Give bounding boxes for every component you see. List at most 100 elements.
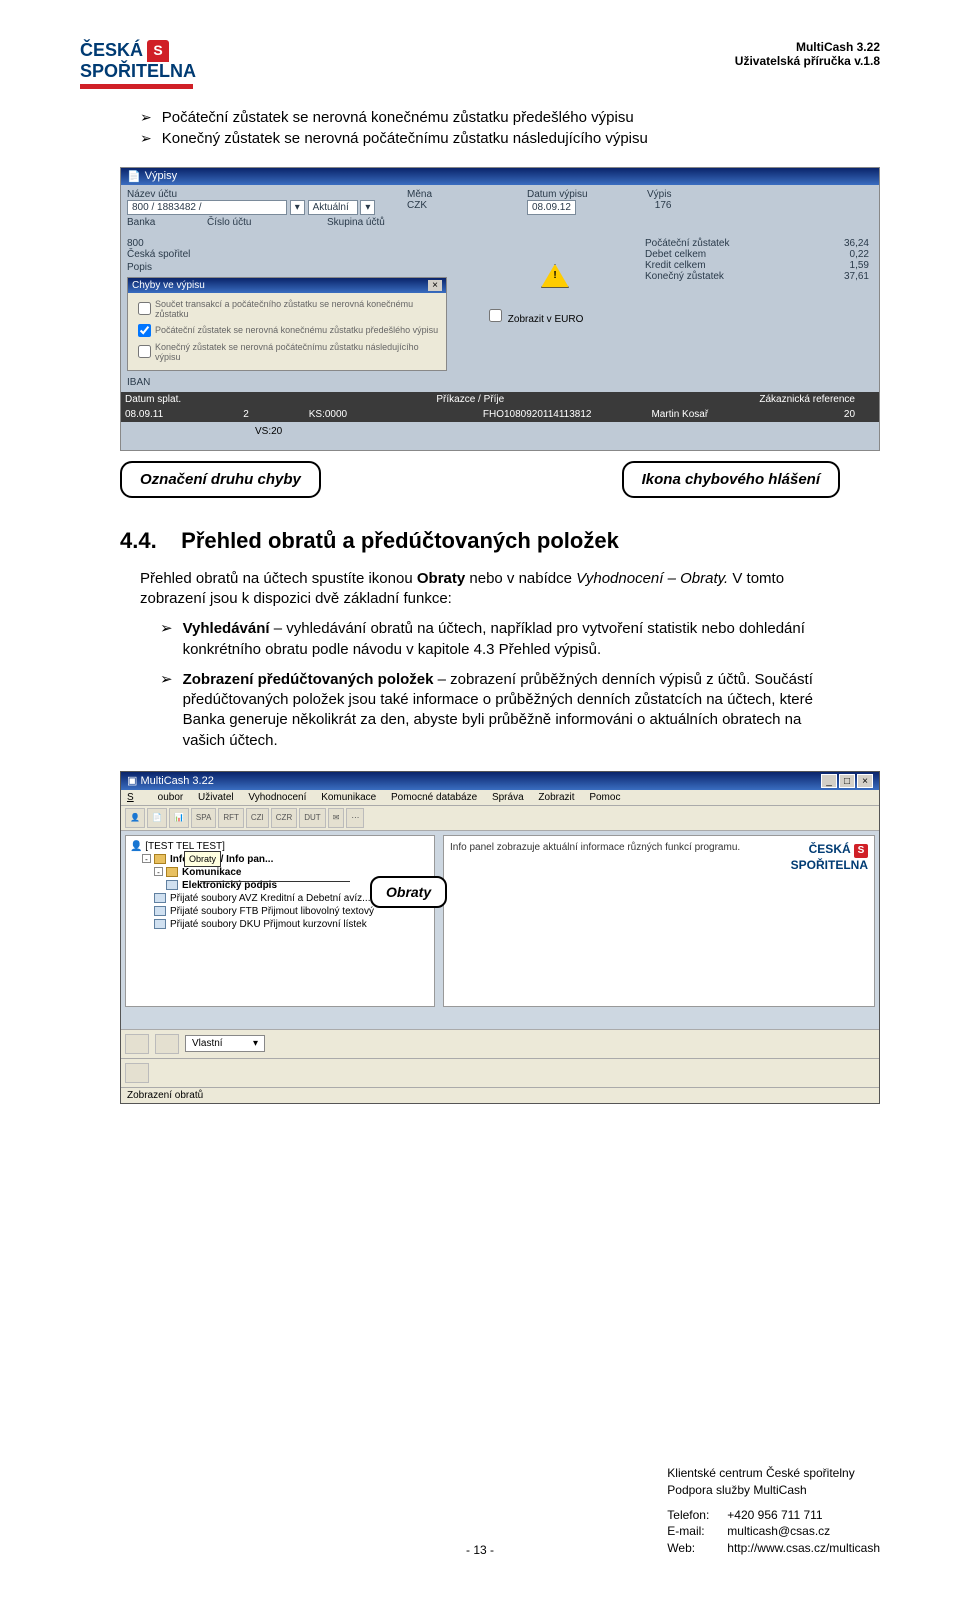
tree-label: Komunikace <box>182 867 241 878</box>
page-number: - 13 - <box>466 1543 494 1557</box>
logo-top-text: ČESKÁ <box>80 41 143 61</box>
header-line2: Uživatelská příručka v.1.8 <box>735 54 880 68</box>
menu-databaze[interactable]: Pomocné databáze <box>391 792 477 803</box>
bullet-item: ➢ Vyhledávání – vyhledávání obratů na úč… <box>160 619 840 660</box>
cell-ks: KS:0000 <box>309 409 347 420</box>
minimize-icon[interactable]: _ <box>821 774 837 788</box>
cell-fho: FHO1080920114113812 <box>483 409 592 420</box>
toolbar-user-icon[interactable]: 👤 <box>125 808 145 828</box>
toolbar-spa[interactable]: SPA <box>191 808 216 828</box>
label-datum-vypisu: Datum výpisu <box>527 189 627 200</box>
label-nazev-uctu: Název účtu <box>127 189 387 200</box>
grid-row[interactable]: 08.09.11 2 KS:0000 FHO1080920114113812 M… <box>121 407 879 422</box>
menu-soubor[interactable]: Soubor <box>127 792 183 803</box>
bullet-bold: Vyhledávání <box>183 620 270 637</box>
maximize-icon[interactable]: □ <box>839 774 855 788</box>
cell-ks2: 2 <box>243 409 249 420</box>
menu-uzivatel[interactable]: Uživatel <box>198 792 234 803</box>
window-icon: 📄 <box>127 170 141 183</box>
tree-collapse-icon[interactable]: - <box>154 867 163 876</box>
info-logo: ČESKÁ S SPOŘITELNA <box>768 842 868 1000</box>
label-cislo-uctu: Číslo účtu <box>207 217 307 228</box>
toolbar-czi[interactable]: CZI <box>246 808 269 828</box>
bullet-text: Konečný zůstatek se nerovná počátečnímu … <box>162 130 648 147</box>
bottom-btn[interactable] <box>155 1034 179 1054</box>
error-dialog: Chyby ve výpisu × Součet transakcí a poč… <box>127 277 447 371</box>
close-icon[interactable]: × <box>428 280 442 291</box>
dropdown-aktualni[interactable]: Aktuální <box>308 200 358 215</box>
intro-paragraph: Přehled obratů na účtech spustíte ikonou… <box>140 569 840 610</box>
window-title-bar: 📄 Výpisy <box>121 168 879 185</box>
callout-obraty: Obraty <box>370 876 447 908</box>
dropdown-btn[interactable]: ▾ <box>360 200 375 215</box>
dropdown-btn[interactable]: ▾ <box>290 200 305 215</box>
label-skupina: Skupina účtů <box>327 217 385 228</box>
logo-s-icon: S <box>854 844 868 858</box>
close-icon[interactable]: × <box>857 774 873 788</box>
header-line1: MultiCash 3.22 <box>735 40 880 54</box>
opt3-text: Konečný zůstatek se nerovná počátečnímu … <box>155 342 440 362</box>
nav-tree: 👤 [TEST TEL TEST] Obraty -Informace / In… <box>125 835 435 1007</box>
toolbar-btn[interactable]: 📊 <box>169 808 189 828</box>
checkbox-euro[interactable] <box>489 309 502 322</box>
cell-amt: 20 <box>844 409 855 420</box>
opt2-text: Počáteční zůstatek se nerovná konečnému … <box>155 325 438 335</box>
window-icon: ▣ <box>127 775 137 787</box>
col-datum-splat: Datum splat. <box>125 394 181 405</box>
logo-underline <box>80 84 193 89</box>
toolbar-czr[interactable]: CZR <box>271 808 297 828</box>
label-poc-zust: Počáteční zůstatek <box>645 238 730 249</box>
value-banka: 800 <box>127 238 475 249</box>
bullet-item: ➢ Konečný zůstatek se nerovná počátečním… <box>140 130 880 147</box>
menu-pomoc[interactable]: Pomoc <box>589 792 620 803</box>
value-kon-zust: 37,61 <box>844 271 869 282</box>
grid-footer: VS:20 <box>121 422 879 450</box>
checkbox-opt3[interactable] <box>138 345 151 358</box>
footer-em: multicash@csas.cz <box>727 1523 830 1540</box>
bullet-text: Počáteční zůstatek se nerovná konečnému … <box>162 109 634 126</box>
bullet-item: ➢ Počáteční zůstatek se nerovná konečném… <box>140 109 880 126</box>
label-vypis: Výpis <box>647 189 671 200</box>
tree-label: Přijaté soubory AVZ Kreditní a Debetní a… <box>170 893 370 904</box>
window-title: MultiCash 3.22 <box>140 775 213 787</box>
sub-bullet-list: ➢ Vyhledávání – vyhledávání obratů na úč… <box>160 619 840 751</box>
tree-label: Přijaté soubory DKU Přijmout kurzovní lí… <box>170 919 367 930</box>
callout-error-icon: Ikona chybového hlášení <box>622 461 840 498</box>
logo: ČESKÁ S SPOŘITELNA <box>80 40 196 89</box>
tree-root[interactable]: 👤 [TEST TEL TEST] <box>130 840 430 853</box>
bullet-item: ➢ Zobrazení předúčtovaných položek – zob… <box>160 670 840 751</box>
warning-icon[interactable]: ! <box>541 264 569 288</box>
value-vypis: 176 <box>647 200 671 211</box>
callout-row: Označení druhu chyby Ikona chybového hlá… <box>120 461 840 498</box>
toolbar-dut[interactable]: DUT <box>299 808 325 828</box>
bottom-btn[interactable] <box>125 1063 149 1083</box>
toolbar-btn[interactable]: ⋯ <box>346 808 364 828</box>
section-num: 4.4. <box>120 528 157 553</box>
value-kredit: 1,59 <box>850 260 869 271</box>
bullet-text: – vyhledávání obratů na účtech, napříkla… <box>183 620 805 657</box>
folder-icon <box>154 854 166 864</box>
value-ceska: Česká spořitel <box>127 249 475 260</box>
document-icon <box>154 893 166 903</box>
checkbox-opt1[interactable] <box>138 302 151 315</box>
footer-web: http://www.csas.cz/multicash <box>727 1540 880 1557</box>
checkbox-opt2[interactable] <box>138 324 151 337</box>
menu-komunikace[interactable]: Komunikace <box>321 792 376 803</box>
menu-vyhodnoceni[interactable]: Vyhodnocení <box>248 792 306 803</box>
menu-sprava[interactable]: Správa <box>492 792 524 803</box>
cell-datum: 08.09.11 <box>125 409 163 420</box>
footer-tel-label: Telefon: <box>667 1507 727 1524</box>
menu-bar: Soubor Uživatel Vyhodnocení Komunikace P… <box>121 790 879 806</box>
toolbar-btn[interactable]: ✉ <box>328 808 345 828</box>
input-nazev-uctu[interactable]: 800 / 1883482 / <box>127 200 287 215</box>
toolbar-rft[interactable]: RFT <box>218 808 244 828</box>
tree-item[interactable]: Přijaté soubory DKU Přijmout kurzovní lí… <box>154 918 430 931</box>
toolbar-btn[interactable]: 📄 <box>147 808 167 828</box>
dropdown-vlastni[interactable]: Vlastní ▾ <box>185 1035 265 1052</box>
tree-collapse-icon[interactable]: - <box>142 854 151 863</box>
bullet-arrow-icon: ➢ <box>140 109 152 126</box>
bottom-btn[interactable] <box>125 1034 149 1054</box>
folder-icon <box>166 867 178 877</box>
input-datum[interactable]: 08.09.12 <box>527 200 576 215</box>
menu-zobrazit[interactable]: Zobrazit <box>538 792 574 803</box>
